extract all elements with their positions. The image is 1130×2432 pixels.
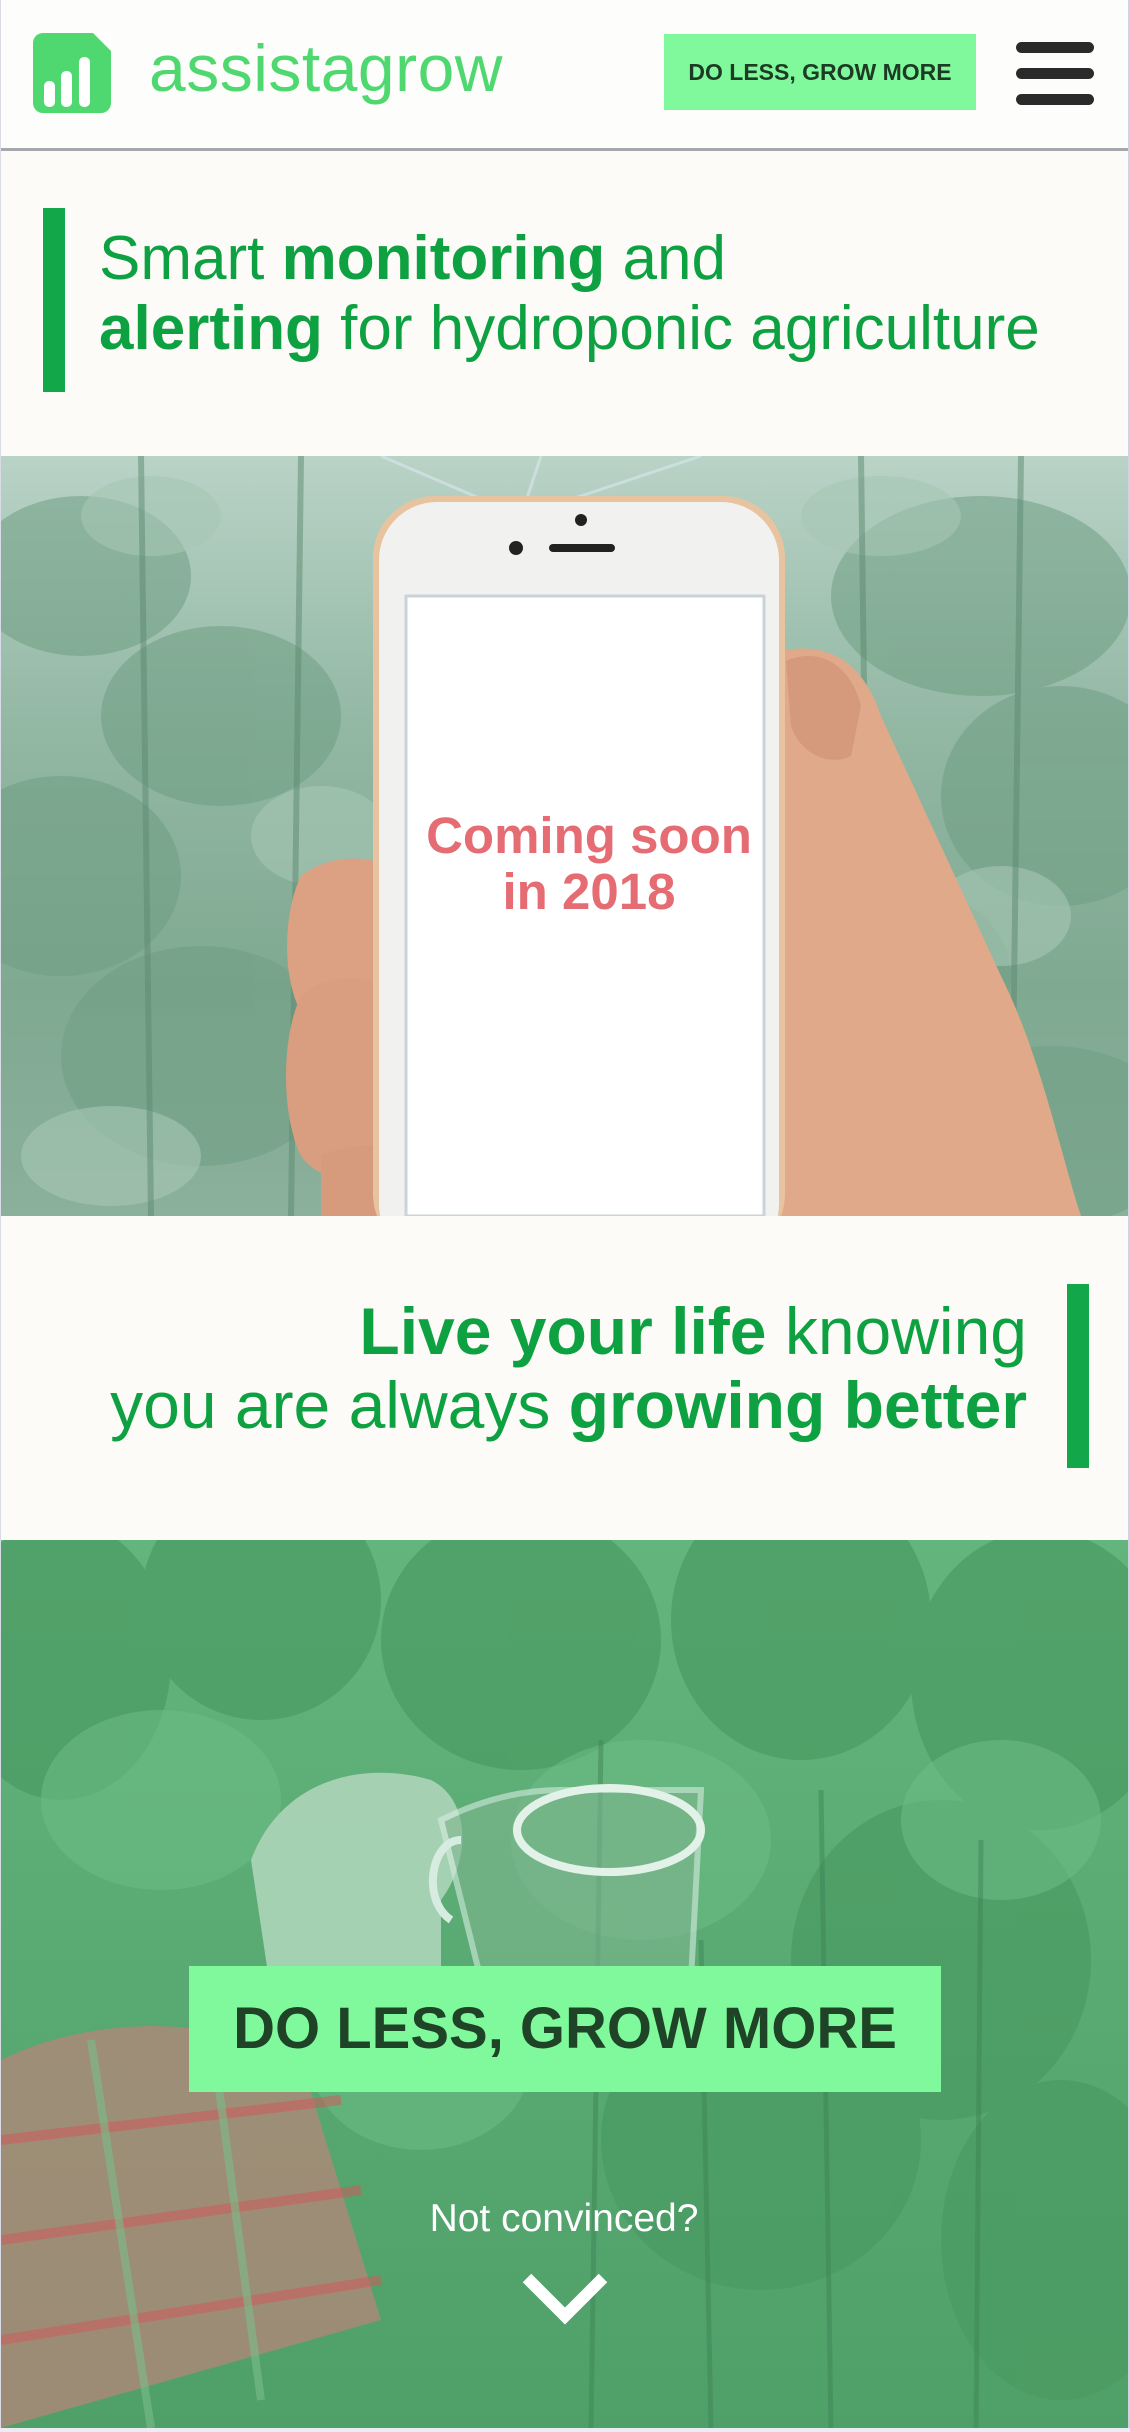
chevron-down-icon[interactable] [519,2270,611,2328]
bar-chart-logo-icon[interactable] [29,29,113,117]
hero-headline: Smart monitoring and alerting for hydrop… [99,224,1040,363]
accent-bar-left [43,208,65,392]
hamburger-menu-icon[interactable] [1016,38,1094,108]
secondary-headline: Live your life knowing you are always gr… [110,1294,1027,1442]
landing-page: assistagrow DO LESS, GROW MORE Smart mon… [0,0,1130,2428]
not-convinced-link[interactable]: Not convinced? [364,2196,764,2242]
accent-bar-right [1067,1284,1089,1468]
coming-soon-text: Coming soon in 2018 [426,807,752,920]
header-cta-button[interactable]: DO LESS, GROW MORE [664,34,976,110]
main-cta-button[interactable]: DO LESS, GROW MORE [189,1966,941,2092]
site-header: assistagrow DO LESS, GROW MORE [1,0,1128,151]
brand-name[interactable]: assistagrow [149,28,503,108]
